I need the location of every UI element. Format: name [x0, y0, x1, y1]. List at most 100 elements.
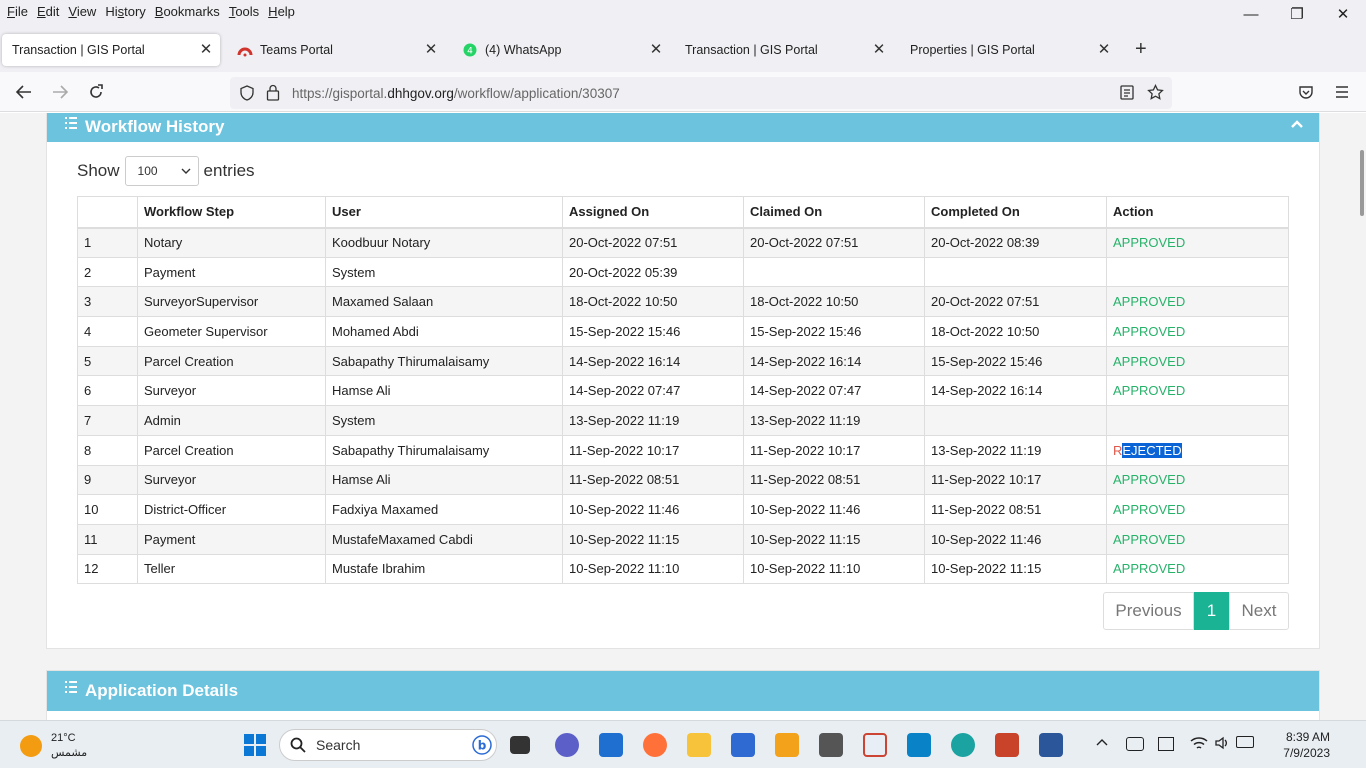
workflow-history-header[interactable]: Workflow History: [47, 113, 1319, 142]
close-tab-icon[interactable]: ✕: [648, 42, 664, 58]
tab-title: Teams Portal: [260, 43, 333, 57]
back-icon[interactable]: [12, 80, 36, 104]
svg-text:b: b: [478, 739, 487, 753]
wifi-icon[interactable]: [1190, 735, 1208, 754]
tab-teams-portal[interactable]: Teams Portal ✕: [227, 34, 445, 66]
calculator-icon[interactable]: [819, 733, 843, 757]
tab-properties[interactable]: Properties | GIS Portal ✕: [900, 34, 1118, 66]
bookmark-star-icon[interactable]: [1147, 83, 1164, 104]
windows-start-icon[interactable]: [243, 733, 267, 757]
scrollbar-thumb[interactable]: [1360, 150, 1364, 216]
reload-icon[interactable]: [84, 80, 108, 104]
menu-bookmarks[interactable]: Bookmarks: [148, 4, 220, 19]
volume-icon[interactable]: [1214, 735, 1230, 754]
chat-icon[interactable]: [555, 733, 579, 757]
close-tab-icon[interactable]: ✕: [198, 42, 214, 58]
tab-transaction-active[interactable]: Transaction | GIS Portal ✕: [2, 34, 220, 66]
cell-user: Koodbuur Notary: [325, 227, 563, 258]
pocket-icon[interactable]: [1294, 80, 1318, 104]
cell-completed-on: 20-Oct-2022 08:39: [924, 227, 1107, 258]
word-icon[interactable]: [1039, 733, 1063, 757]
column-header-claimed-on[interactable]: Claimed On: [743, 196, 925, 229]
list-icon: [65, 117, 77, 129]
app-icon[interactable]: [775, 733, 799, 757]
menu-edit[interactable]: Edit: [30, 4, 59, 19]
display-icon[interactable]: [1158, 737, 1174, 751]
menu-bar: File Edit View History Bookmarks Tools Help: [0, 0, 1366, 22]
menu-help[interactable]: Help: [261, 4, 295, 19]
forward-icon[interactable]: [48, 80, 72, 104]
edge-icon[interactable]: [951, 733, 975, 757]
cell-index: 7: [77, 405, 138, 436]
file-explorer-icon[interactable]: [687, 733, 711, 757]
svg-text:4: 4: [467, 47, 473, 57]
cell-action: [1106, 405, 1289, 436]
firefox-icon[interactable]: [643, 733, 667, 757]
navigation-bar: https://gisportal.dhhgov.org/workflow/ap…: [0, 72, 1366, 112]
close-tab-icon[interactable]: ✕: [1096, 42, 1112, 58]
cell-action: APPROVED: [1106, 375, 1289, 407]
weather-widget[interactable]: 21°C مشمس: [20, 731, 87, 761]
task-view-icon[interactable]: [510, 736, 530, 754]
mail-icon[interactable]: [599, 733, 623, 757]
pagination: Previous 1 Next: [1103, 592, 1289, 630]
snipping-tool-icon[interactable]: [863, 733, 887, 757]
close-tab-icon[interactable]: ✕: [871, 42, 887, 58]
menu-history[interactable]: History: [98, 4, 145, 19]
cell-claimed-on: 20-Oct-2022 07:51: [743, 227, 925, 258]
cell-completed-on: 15-Sep-2022 15:46: [924, 345, 1107, 377]
page-1-button[interactable]: 1: [1194, 592, 1229, 630]
page-size-select[interactable]: 100: [124, 156, 199, 186]
next-page-button[interactable]: Next: [1229, 592, 1289, 630]
battery-icon[interactable]: [1236, 736, 1254, 748]
cell-completed-on: 14-Sep-2022 16:14: [924, 375, 1107, 407]
previous-page-button[interactable]: Previous: [1103, 592, 1194, 630]
cell-index: 9: [77, 464, 138, 496]
l-app-icon[interactable]: [907, 733, 931, 757]
close-tab-icon[interactable]: ✕: [423, 42, 439, 58]
lock-icon[interactable]: [266, 84, 280, 104]
bing-icon[interactable]: b: [472, 735, 492, 758]
cell-completed-on: 18-Oct-2022 10:50: [924, 316, 1107, 347]
cell-assigned-on: 11-Sep-2022 08:51: [562, 464, 744, 496]
address-bar[interactable]: https://gisportal.dhhgov.org/workflow/ap…: [230, 77, 1172, 109]
cell-action: APPROVED: [1106, 553, 1289, 585]
cell-workflow-step: Admin: [137, 405, 326, 436]
tab-whatsapp[interactable]: 4 (4) WhatsApp ✕: [452, 34, 670, 66]
application-details-header[interactable]: Application Details: [47, 671, 1319, 711]
column-header-user[interactable]: User: [325, 196, 563, 229]
column-header-completed-on[interactable]: Completed On: [924, 196, 1107, 229]
taskbar-search-box[interactable]: Search b: [279, 729, 497, 761]
tab-transaction[interactable]: Transaction | GIS Portal ✕: [675, 34, 893, 66]
cell-user: Mustafe Ibrahim: [325, 553, 563, 585]
cell-user: Sabapathy Thirumalaisamy: [325, 345, 563, 377]
cell-index: 11: [77, 523, 138, 555]
column-header-assigned-on[interactable]: Assigned On: [562, 196, 744, 229]
chevron-up-icon[interactable]: [1096, 737, 1108, 750]
menu-file[interactable]: File: [0, 4, 28, 19]
cell-workflow-step: SurveyorSupervisor: [137, 286, 326, 318]
menu-tools[interactable]: Tools: [222, 4, 259, 19]
cell-action: APPROVED: [1106, 464, 1289, 496]
taskbar-clock[interactable]: 8:39 AM 7/9/2023: [1283, 729, 1330, 761]
page-scrollbar[interactable]: [1356, 113, 1366, 720]
column-header-index[interactable]: [77, 196, 138, 229]
column-header-workflow-step[interactable]: Workflow Step: [137, 196, 326, 229]
cell-workflow-step: Payment: [137, 256, 326, 288]
new-tab-button[interactable]: +: [1135, 38, 1147, 61]
chevron-up-icon[interactable]: [1290, 114, 1304, 134]
reader-view-icon[interactable]: [1120, 85, 1134, 103]
store-icon[interactable]: [731, 733, 755, 757]
selected-text: EJECTED: [1122, 442, 1182, 458]
chevron-down-icon: [180, 163, 192, 182]
menu-view[interactable]: View: [61, 4, 96, 19]
column-header-action[interactable]: Action: [1106, 196, 1289, 229]
shield-icon[interactable]: [240, 85, 254, 104]
powerpoint-icon[interactable]: [995, 733, 1019, 757]
cell-assigned-on: 10-Sep-2022 11:46: [562, 494, 744, 525]
cell-user: Sabapathy Thirumalaisamy: [325, 434, 563, 466]
cell-completed-on: [924, 256, 1107, 288]
network-off-icon[interactable]: [1126, 737, 1144, 751]
hamburger-menu-icon[interactable]: [1330, 80, 1354, 104]
workflow-history-table: Workflow Step User Assigned On Claimed O…: [77, 196, 1289, 585]
